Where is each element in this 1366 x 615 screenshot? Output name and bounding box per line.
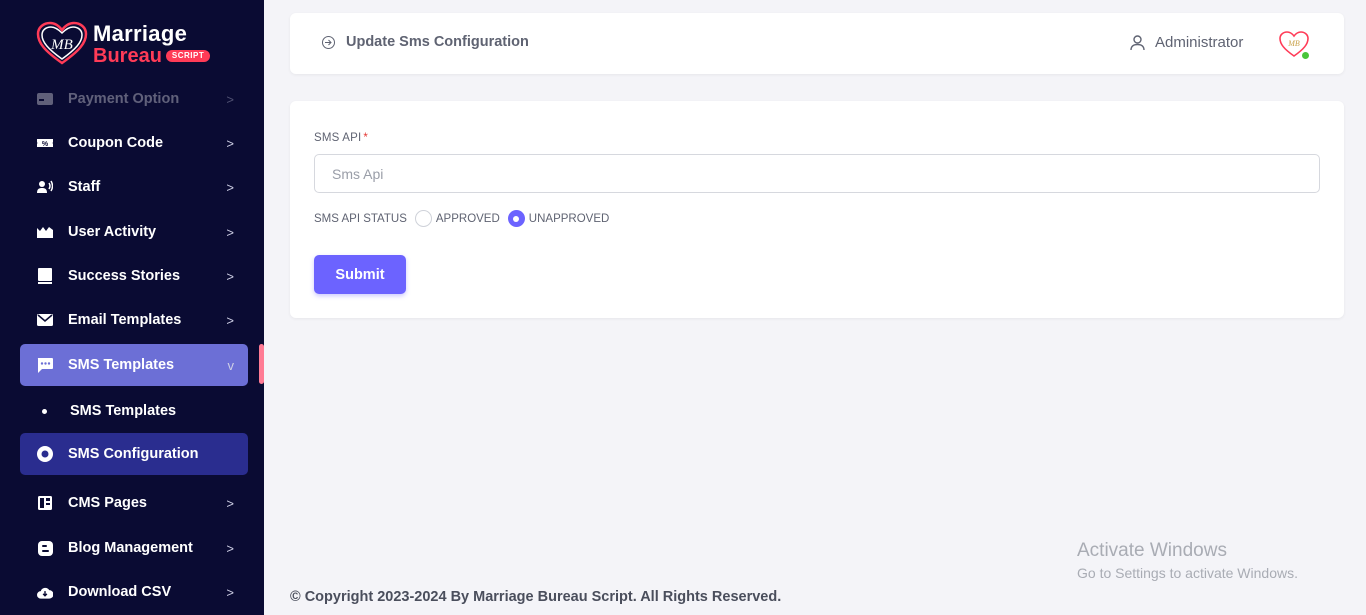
chevron-right-icon: > bbox=[226, 495, 234, 511]
sidebar-item-label: Email Templates bbox=[68, 312, 182, 328]
chevron-right-icon: > bbox=[226, 135, 234, 151]
chevron-right-icon: > bbox=[226, 584, 234, 600]
brand-logo[interactable]: MB Marriage Bureau SCRIPT bbox=[0, 0, 264, 88]
sidebar-item-coupon-code[interactable]: % Coupon Code > bbox=[20, 123, 248, 163]
top-bar: Update Sms Configuration Administrator M… bbox=[290, 13, 1344, 74]
unapproved-radio[interactable] bbox=[507, 210, 525, 227]
sms-api-status-group: SMS API STATUS APPROVED UNAPPROVED bbox=[314, 210, 609, 227]
brand-line1: Marriage bbox=[93, 20, 188, 46]
submit-button[interactable]: Submit bbox=[314, 255, 406, 294]
chart-icon bbox=[37, 224, 53, 240]
user-menu[interactable]: Administrator bbox=[1130, 34, 1243, 51]
sidebar-item-label: SMS Templates bbox=[70, 403, 177, 419]
brand-line2: Bureau bbox=[93, 44, 162, 67]
book-icon bbox=[37, 268, 53, 284]
layout-icon bbox=[37, 495, 53, 511]
sidebar-item-label: Coupon Code bbox=[68, 135, 164, 151]
page-title: Update Sms Configuration bbox=[322, 34, 529, 50]
message-icon bbox=[37, 357, 53, 373]
sidebar-item-sms-templates[interactable]: SMS Templates v bbox=[20, 344, 248, 386]
windows-activation-watermark: Activate Windows Go to Settings to activ… bbox=[1077, 540, 1298, 581]
sms-config-form: SMS API* SMS API STATUS APPROVED UNAPPRO… bbox=[290, 101, 1344, 318]
sidebar-item-label: SMS Templates bbox=[68, 357, 175, 373]
heart-logo-icon: MB bbox=[35, 21, 89, 67]
avatar[interactable]: MB bbox=[1278, 30, 1310, 60]
sidebar-item-blog-management[interactable]: Blog Management > bbox=[20, 528, 248, 568]
chevron-right-icon: > bbox=[226, 179, 234, 195]
dot-icon bbox=[42, 408, 47, 414]
sms-api-label-text: SMS API bbox=[314, 132, 362, 144]
sidebar-scrollbar[interactable] bbox=[259, 344, 264, 384]
chevron-down-icon: v bbox=[227, 357, 235, 373]
circle-dot-icon bbox=[37, 446, 53, 462]
user-name: Administrator bbox=[1155, 34, 1244, 51]
sidebar-subitem-sms-templates[interactable]: SMS Templates bbox=[20, 391, 248, 431]
sidebar-item-staff[interactable]: Staff > bbox=[20, 167, 248, 207]
page-title-text: Update Sms Configuration bbox=[346, 34, 529, 50]
approved-radio[interactable] bbox=[414, 210, 432, 227]
unapproved-option-label[interactable]: UNAPPROVED bbox=[529, 213, 610, 225]
sidebar-item-label: CMS Pages bbox=[68, 495, 147, 511]
ticket-icon: % bbox=[37, 135, 53, 151]
watermark-subtitle: Go to Settings to activate Windows. bbox=[1077, 565, 1298, 581]
chevron-right-icon: > bbox=[226, 91, 234, 107]
sidebar-item-payment-option[interactable]: Payment Option > bbox=[20, 79, 248, 119]
chevron-right-icon: > bbox=[226, 224, 234, 240]
sidebar-item-success-stories[interactable]: Success Stories > bbox=[20, 256, 248, 296]
sms-api-label: SMS API * bbox=[314, 132, 368, 144]
blog-icon bbox=[37, 540, 53, 556]
sidebar-item-label: Download CSV bbox=[68, 584, 172, 600]
watermark-title: Activate Windows bbox=[1077, 540, 1227, 561]
staff-icon bbox=[37, 179, 53, 195]
arrow-circle-icon bbox=[322, 35, 335, 49]
sidebar-item-label: Staff bbox=[68, 179, 101, 195]
sms-api-input[interactable] bbox=[314, 154, 1320, 193]
sidebar-subitem-sms-configuration[interactable]: SMS Configuration bbox=[20, 433, 248, 475]
chevron-right-icon: > bbox=[226, 540, 234, 556]
sidebar-item-email-templates[interactable]: Email Templates > bbox=[20, 300, 248, 340]
sidebar-item-label: Blog Management bbox=[68, 540, 193, 556]
sidebar-item-download-csv[interactable]: Download CSV > bbox=[20, 572, 248, 612]
sidebar-item-user-activity[interactable]: User Activity > bbox=[20, 212, 248, 252]
sidebar-item-cms-pages[interactable]: CMS Pages > bbox=[20, 483, 248, 523]
brand-badge: SCRIPT bbox=[165, 49, 211, 62]
svg-text:MB: MB bbox=[1287, 39, 1300, 48]
chevron-right-icon: > bbox=[226, 312, 234, 328]
required-marker: * bbox=[363, 132, 369, 144]
sidebar-item-label: Payment Option bbox=[68, 91, 180, 107]
sidebar-item-label: User Activity bbox=[68, 224, 157, 240]
svg-text:MB: MB bbox=[50, 37, 73, 53]
chevron-right-icon: > bbox=[226, 268, 234, 284]
envelope-icon bbox=[37, 312, 53, 328]
online-status-indicator bbox=[1301, 51, 1310, 60]
sidebar-item-label: Success Stories bbox=[68, 268, 181, 284]
credit-card-icon bbox=[37, 91, 53, 107]
cloud-download-icon bbox=[37, 584, 53, 600]
sidebar-item-label: SMS Configuration bbox=[68, 446, 199, 462]
sms-api-status-label: SMS API STATUS bbox=[314, 212, 407, 225]
svg-text:%: % bbox=[42, 141, 49, 148]
sidebar: MB Marriage Bureau SCRIPT Payment Option… bbox=[0, 0, 264, 615]
footer-copyright: © Copyright 2023-2024 By Marriage Bureau… bbox=[290, 589, 782, 605]
user-icon bbox=[1130, 34, 1145, 50]
approved-option-label[interactable]: APPROVED bbox=[436, 213, 500, 225]
